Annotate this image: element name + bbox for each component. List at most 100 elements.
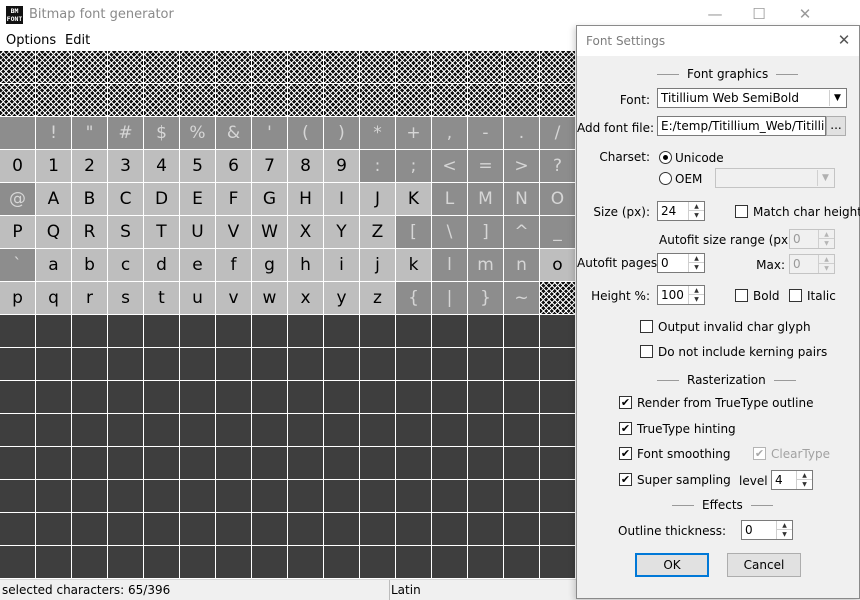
char-cell[interactable]: x	[288, 282, 324, 315]
char-cell[interactable]	[432, 84, 468, 117]
char-cell[interactable]: <	[432, 150, 468, 183]
char-cell[interactable]	[504, 51, 540, 84]
char-cell[interactable]	[396, 546, 432, 579]
char-cell[interactable]: y	[324, 282, 360, 315]
char-cell[interactable]	[396, 348, 432, 381]
char-cell[interactable]: V	[216, 216, 252, 249]
char-cell[interactable]: K	[396, 183, 432, 216]
char-cell[interactable]: '	[252, 117, 288, 150]
add-font-file-input[interactable]: E:/temp/Titillium_Web/TitilliumWeb	[657, 116, 826, 136]
char-cell[interactable]: {	[396, 282, 432, 315]
char-cell[interactable]: `	[0, 249, 36, 282]
cleartype-checkbox[interactable]: ✔	[753, 447, 766, 460]
char-cell[interactable]	[144, 315, 180, 348]
cancel-button[interactable]: Cancel	[727, 553, 801, 577]
char-cell[interactable]: H	[288, 183, 324, 216]
char-cell[interactable]	[252, 546, 288, 579]
char-cell[interactable]	[432, 447, 468, 480]
char-cell[interactable]	[504, 84, 540, 117]
char-cell[interactable]	[72, 348, 108, 381]
char-cell[interactable]	[324, 51, 360, 84]
char-cell[interactable]	[540, 513, 576, 546]
char-cell[interactable]	[396, 513, 432, 546]
char-cell[interactable]	[540, 546, 576, 579]
char-cell[interactable]	[216, 348, 252, 381]
ok-button[interactable]: OK	[635, 553, 709, 577]
char-cell[interactable]	[72, 546, 108, 579]
char-cell[interactable]	[36, 480, 72, 513]
char-cell[interactable]	[324, 315, 360, 348]
char-cell[interactable]	[288, 315, 324, 348]
level-spinner[interactable]: 4 ▲ ▼	[771, 470, 813, 490]
char-cell[interactable]	[468, 84, 504, 117]
char-cell[interactable]	[216, 381, 252, 414]
char-cell[interactable]: Y	[324, 216, 360, 249]
char-cell[interactable]	[468, 447, 504, 480]
char-cell[interactable]: c	[108, 249, 144, 282]
char-cell[interactable]: %	[180, 117, 216, 150]
char-cell[interactable]	[252, 480, 288, 513]
char-cell[interactable]	[288, 348, 324, 381]
char-cell[interactable]	[252, 348, 288, 381]
char-cell[interactable]	[432, 381, 468, 414]
char-cell[interactable]: X	[288, 216, 324, 249]
char-cell[interactable]	[288, 84, 324, 117]
char-cell[interactable]	[72, 414, 108, 447]
char-cell[interactable]	[468, 315, 504, 348]
char-cell[interactable]: ~	[504, 282, 540, 315]
char-cell[interactable]	[288, 480, 324, 513]
char-cell[interactable]	[108, 447, 144, 480]
char-cell[interactable]	[396, 381, 432, 414]
char-cell[interactable]: j	[360, 249, 396, 282]
char-cell[interactable]: B	[72, 183, 108, 216]
char-cell[interactable]: M	[468, 183, 504, 216]
char-cell[interactable]: =	[468, 150, 504, 183]
char-cell[interactable]	[360, 546, 396, 579]
match-char-height-checkbox[interactable]	[735, 205, 748, 218]
char-cell[interactable]: P	[0, 216, 36, 249]
unicode-radio[interactable]	[659, 151, 672, 164]
truetype-hinting-checkbox[interactable]: ✔	[619, 422, 632, 435]
char-cell[interactable]	[72, 513, 108, 546]
char-cell[interactable]	[252, 84, 288, 117]
char-cell[interactable]	[360, 315, 396, 348]
char-cell[interactable]	[72, 381, 108, 414]
char-cell[interactable]	[0, 447, 36, 480]
char-cell[interactable]	[324, 414, 360, 447]
char-cell[interactable]	[396, 447, 432, 480]
char-cell[interactable]	[0, 51, 36, 84]
char-cell[interactable]	[540, 348, 576, 381]
char-cell[interactable]: q	[36, 282, 72, 315]
spinner-buttons[interactable]: ▲ ▼	[796, 471, 812, 489]
char-cell[interactable]	[180, 84, 216, 117]
char-cell[interactable]: O	[540, 183, 576, 216]
char-cell[interactable]	[252, 447, 288, 480]
char-cell[interactable]	[324, 84, 360, 117]
char-cell[interactable]	[288, 51, 324, 84]
char-cell[interactable]	[180, 513, 216, 546]
char-cell[interactable]	[108, 84, 144, 117]
outline-thickness-spinner[interactable]: 0 ▲ ▼	[741, 520, 793, 540]
char-cell[interactable]	[324, 447, 360, 480]
char-cell[interactable]	[180, 480, 216, 513]
char-cell[interactable]	[432, 414, 468, 447]
spinner-buttons[interactable]: ▲ ▼	[818, 255, 834, 273]
char-cell[interactable]: a	[36, 249, 72, 282]
char-cell[interactable]: $	[144, 117, 180, 150]
char-cell[interactable]: U	[180, 216, 216, 249]
char-cell[interactable]	[216, 414, 252, 447]
char-cell[interactable]: +	[396, 117, 432, 150]
char-cell[interactable]	[108, 480, 144, 513]
oem-dropdown[interactable]: ▼	[715, 168, 835, 188]
char-cell[interactable]: I	[324, 183, 360, 216]
char-cell[interactable]	[396, 84, 432, 117]
char-cell[interactable]	[36, 51, 72, 84]
char-cell[interactable]: F	[216, 183, 252, 216]
char-cell[interactable]: #	[108, 117, 144, 150]
autofit-max-spinner[interactable]: 0 ▲ ▼	[789, 254, 835, 274]
char-cell[interactable]: ;	[396, 150, 432, 183]
char-cell[interactable]	[504, 546, 540, 579]
char-cell[interactable]: &	[216, 117, 252, 150]
char-cell[interactable]	[108, 51, 144, 84]
char-cell[interactable]	[0, 84, 36, 117]
